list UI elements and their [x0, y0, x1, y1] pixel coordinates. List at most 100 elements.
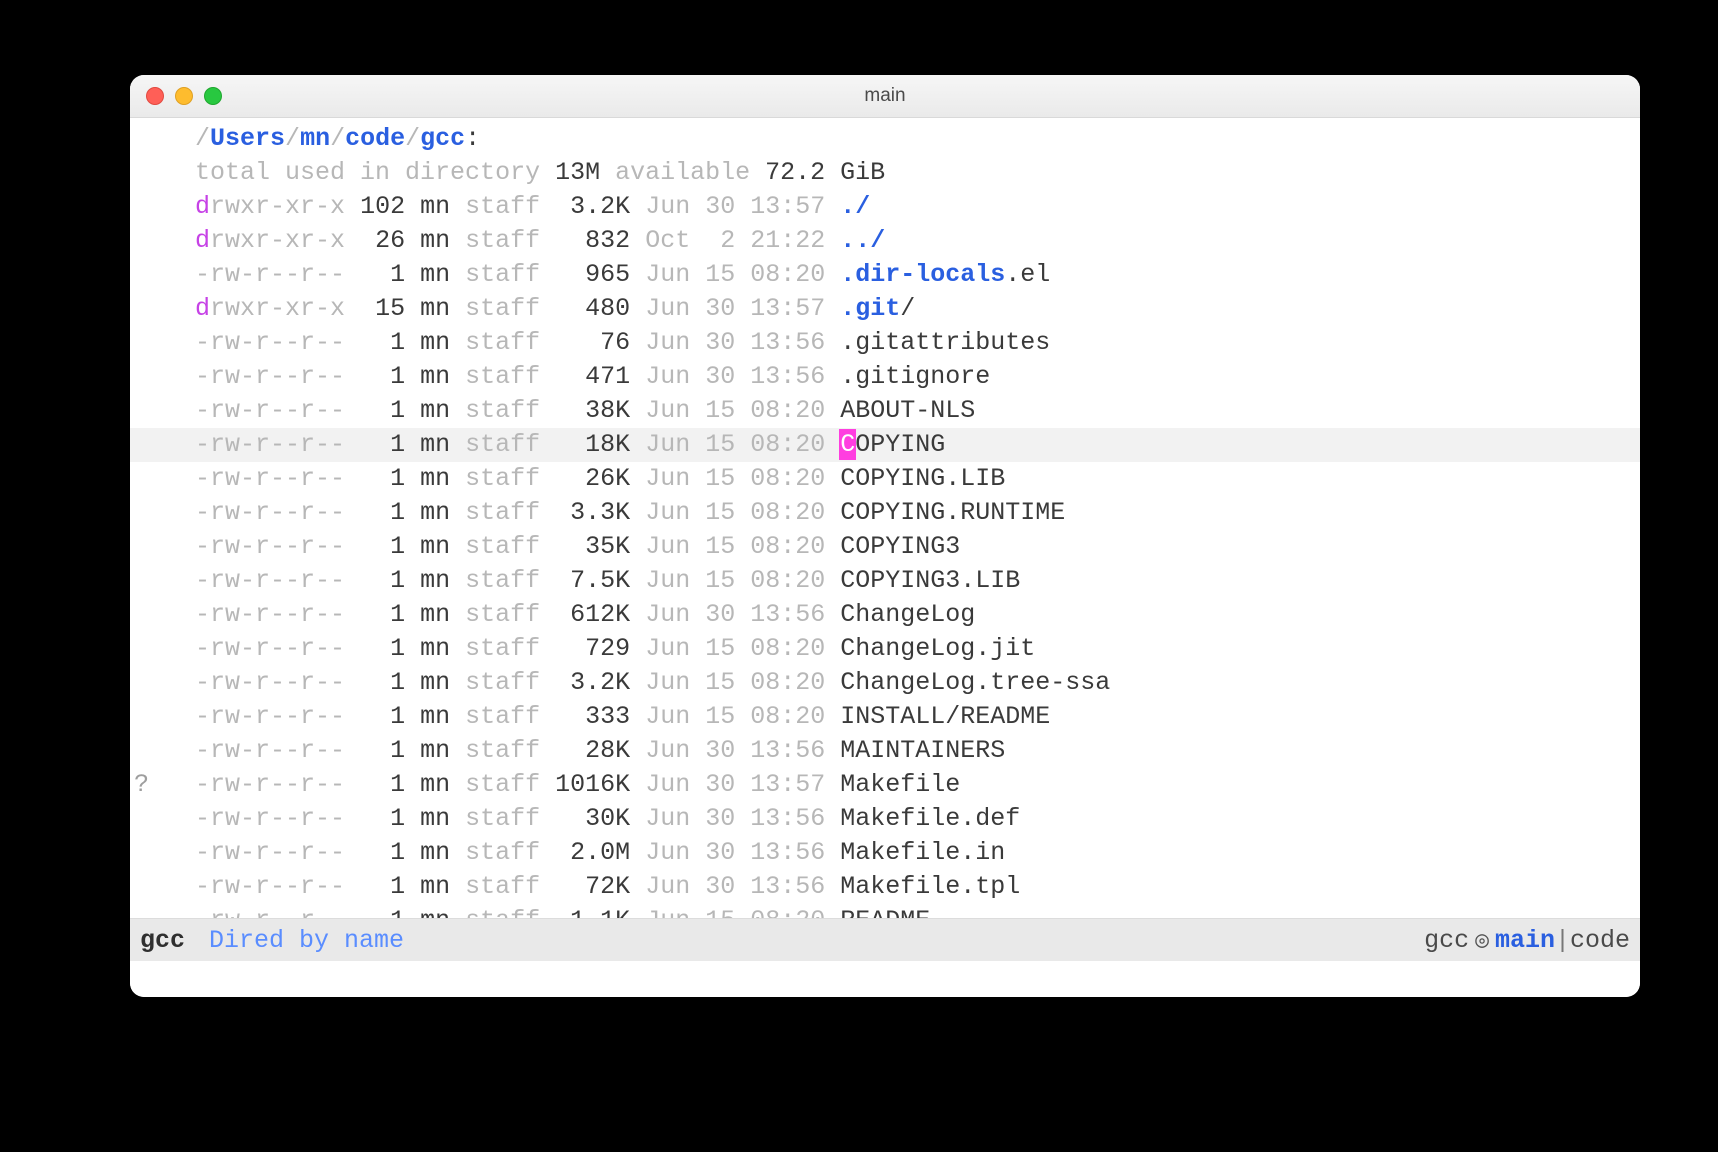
file-name-link[interactable]: .dir-locals	[840, 260, 1005, 289]
dired-entry[interactable]: drwxr-xr-x 102 mn staff 3.2K Jun 30 13:5…	[130, 190, 1640, 224]
dired-entry[interactable]: -rw-r--r-- 1 mn staff 28K Jun 30 13:56 M…	[130, 734, 1640, 768]
file-name[interactable]: MAINTAINERS	[840, 736, 1005, 765]
dired-entry[interactable]: drwxr-xr-x 15 mn staff 480 Jun 30 13:57 …	[130, 292, 1640, 326]
dired-entry[interactable]: -rw-r--r-- 1 mn staff 35K Jun 15 08:20 C…	[130, 530, 1640, 564]
size: 3.3K	[555, 498, 630, 527]
dired-entry[interactable]: -rw-r--r-- 1 mn staff 26K Jun 15 08:20 C…	[130, 462, 1640, 496]
dired-entry[interactable]: -rw-r--r-- 1 mn staff 3.2K Jun 15 08:20 …	[130, 666, 1640, 700]
dired-entry[interactable]: -rw-r--r-- 1 mn staff 2.0M Jun 30 13:56 …	[130, 836, 1640, 870]
link-count: 26	[360, 226, 405, 255]
zoom-icon[interactable]	[204, 87, 222, 105]
date: Jun 15 08:20	[645, 566, 825, 595]
dired-entry[interactable]: -rw-r--r-- 1 mn staff 72K Jun 30 13:56 M…	[130, 870, 1640, 904]
perm-dir-flag: d	[195, 294, 210, 323]
titlebar[interactable]: main	[130, 75, 1640, 118]
file-name[interactable]: COPYING3.LIB	[840, 566, 1020, 595]
perm-bits: -rw-r--r--	[195, 498, 345, 527]
perm-bits: -rw-r--r--	[195, 804, 345, 833]
path-segment[interactable]: gcc	[420, 124, 465, 153]
dired-entry[interactable]: drwxr-xr-x 26 mn staff 832 Oct 2 21:22 .…	[130, 224, 1640, 258]
file-name[interactable]: ChangeLog	[840, 600, 975, 629]
owner: mn	[420, 192, 450, 221]
owner: mn	[420, 566, 450, 595]
window-title: main	[130, 85, 1640, 107]
editor-buffer[interactable]: /Users/mn/code/gcc: total used in direct…	[130, 118, 1640, 918]
link-count: 1	[360, 260, 405, 289]
perm-bits: -rw-r--r--	[195, 838, 345, 867]
dired-entry[interactable]: -rw-r--r-- 1 mn staff 7.5K Jun 15 08:20 …	[130, 564, 1640, 598]
dired-entry-partial[interactable]: -rw-r--r-- 1 mn staff 1.1K Jun 15 08:20 …	[130, 904, 1640, 918]
file-name-suffix[interactable]: .el	[1005, 260, 1050, 289]
file-name[interactable]: .gitattributes	[840, 328, 1050, 357]
modeline-project[interactable]: gcc	[1424, 926, 1469, 955]
dired-entry[interactable]: -rw-r--r-- 1 mn staff 76 Jun 30 13:56 .g…	[130, 326, 1640, 360]
path-segment[interactable]: code	[345, 124, 405, 153]
dired-header-path[interactable]: /Users/mn/code/gcc:	[130, 122, 1640, 156]
dired-entry[interactable]: -rw-r--r-- 1 mn staff 30K Jun 30 13:56 M…	[130, 802, 1640, 836]
dired-entry[interactable]: -rw-r--r-- 1 mn staff 612K Jun 30 13:56 …	[130, 598, 1640, 632]
size: 3.2K	[555, 668, 630, 697]
file-name-suffix[interactable]: /	[900, 294, 915, 323]
file-name[interactable]: ChangeLog.jit	[840, 634, 1035, 663]
minibuffer[interactable]	[130, 961, 1640, 997]
file-name[interactable]: Makefile.tpl	[840, 872, 1020, 901]
owner: mn	[420, 396, 450, 425]
link-count: 1	[360, 328, 405, 357]
group: staff	[465, 804, 540, 833]
file-name[interactable]: Makefile.def	[840, 804, 1020, 833]
file-name[interactable]: Makefile	[840, 770, 960, 799]
perm-bits: -rw-r--r--	[195, 430, 345, 459]
file-name[interactable]: COPYING.LIB	[840, 464, 1005, 493]
date: Jun 15 08:20	[645, 634, 825, 663]
file-name[interactable]: INSTALL/README	[840, 702, 1050, 731]
link-count: 1	[360, 362, 405, 391]
dired-entry[interactable]: -rw-r--r-- 1 mn staff 3.3K Jun 15 08:20 …	[130, 496, 1640, 530]
dired-entry[interactable]: -rw-r--r-- 1 mn staff 965 Jun 15 08:20 .…	[130, 258, 1640, 292]
file-name-link[interactable]: ../	[840, 226, 885, 255]
date: Jun 15 08:20	[645, 464, 825, 493]
size: 38K	[555, 396, 630, 425]
size: 35K	[555, 532, 630, 561]
link-count: 1	[360, 770, 405, 799]
file-name[interactable]: OPYING	[855, 430, 945, 459]
file-name[interactable]: ChangeLog.tree-ssa	[840, 668, 1110, 697]
date: Oct 2 21:22	[645, 226, 825, 255]
file-name-link[interactable]: .git	[840, 294, 900, 323]
owner: mn	[420, 294, 450, 323]
file-name[interactable]: ABOUT-NLS	[840, 396, 975, 425]
file-name-link[interactable]: ./	[840, 192, 870, 221]
date: Jun 30 13:57	[645, 294, 825, 323]
file-name[interactable]: COPYING.RUNTIME	[840, 498, 1065, 527]
dired-entry[interactable]: -rw-r--r-- 1 mn staff 18K Jun 15 08:20 C…	[130, 428, 1640, 462]
modeline[interactable]: gcc Dired by name gcc ◎ main | code	[130, 918, 1640, 961]
path-segment[interactable]: mn	[300, 124, 330, 153]
date: Jun 30 13:56	[645, 838, 825, 867]
link-count: 1	[360, 566, 405, 595]
modeline-branch[interactable]: main	[1495, 926, 1555, 955]
perm-bits: -rw-r--r--	[195, 362, 345, 391]
size: 333	[555, 702, 630, 731]
file-name[interactable]: Makefile.in	[840, 838, 1005, 867]
modeline-major-mode[interactable]: Dired by name	[209, 926, 404, 955]
file-name[interactable]: COPYING3	[840, 532, 960, 561]
size: 18K	[555, 430, 630, 459]
file-name[interactable]: .gitignore	[840, 362, 990, 391]
dired-entry[interactable]: -rw-r--r-- 1 mn staff 471 Jun 30 13:56 .…	[130, 360, 1640, 394]
minimize-icon[interactable]	[175, 87, 193, 105]
owner: mn	[420, 532, 450, 561]
link-count: 1	[360, 668, 405, 697]
vc-icon: ◎	[1475, 927, 1489, 954]
dired-entry[interactable]: -rw-r--r-- 1 mn staff 38K Jun 15 08:20 A…	[130, 394, 1640, 428]
modeline-buffer-name[interactable]: gcc	[140, 926, 185, 955]
dired-entry[interactable]: -rw-r--r-- 1 mn staff 729 Jun 15 08:20 C…	[130, 632, 1640, 666]
close-icon[interactable]	[146, 87, 164, 105]
group: staff	[465, 260, 540, 289]
owner: mn	[420, 498, 450, 527]
date: Jun 15 08:20	[645, 396, 825, 425]
perm-bits: -rw-r--r--	[195, 600, 345, 629]
dired-entry[interactable]: -rw-r--r-- 1 mn staff 333 Jun 15 08:20 I…	[130, 700, 1640, 734]
date: Jun 30 13:56	[645, 600, 825, 629]
dired-entry[interactable]: ? -rw-r--r-- 1 mn staff 1016K Jun 30 13:…	[130, 768, 1640, 802]
path-segment[interactable]: Users	[210, 124, 285, 153]
owner: mn	[420, 430, 450, 459]
